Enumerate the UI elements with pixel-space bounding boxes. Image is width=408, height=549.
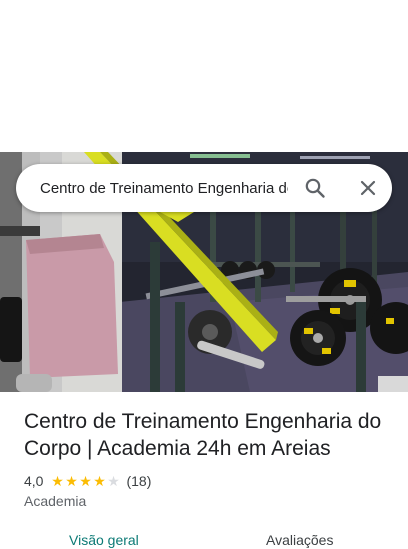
place-category: Academia <box>24 493 87 509</box>
rating-value: 4,0 <box>24 473 44 489</box>
rating-row[interactable]: 4,0 ★ ★ ★ ★ ★ (18) <box>24 472 151 490</box>
star-icon: ★ <box>93 473 106 489</box>
close-icon[interactable] <box>356 176 380 200</box>
star-icon: ★ <box>65 473 78 489</box>
search-query-text[interactable]: Centro de Treinamento Engenharia do Corp… <box>40 180 288 197</box>
star-icon: ★ <box>51 473 64 489</box>
place-title: Centro de Treinamento Engenharia do Corp… <box>24 410 382 460</box>
tab-overview[interactable]: Visão geral <box>69 531 139 549</box>
star-icon: ★ <box>107 473 120 489</box>
search-bar[interactable]: Centro de Treinamento Engenharia do Corp… <box>16 164 392 212</box>
tab-reviews[interactable]: Avaliações <box>266 531 333 549</box>
star-icon: ★ <box>79 473 92 489</box>
rating-stars: ★ ★ ★ ★ ★ <box>50 474 120 488</box>
review-count[interactable]: (18) <box>126 473 151 489</box>
search-icon[interactable] <box>303 176 327 200</box>
